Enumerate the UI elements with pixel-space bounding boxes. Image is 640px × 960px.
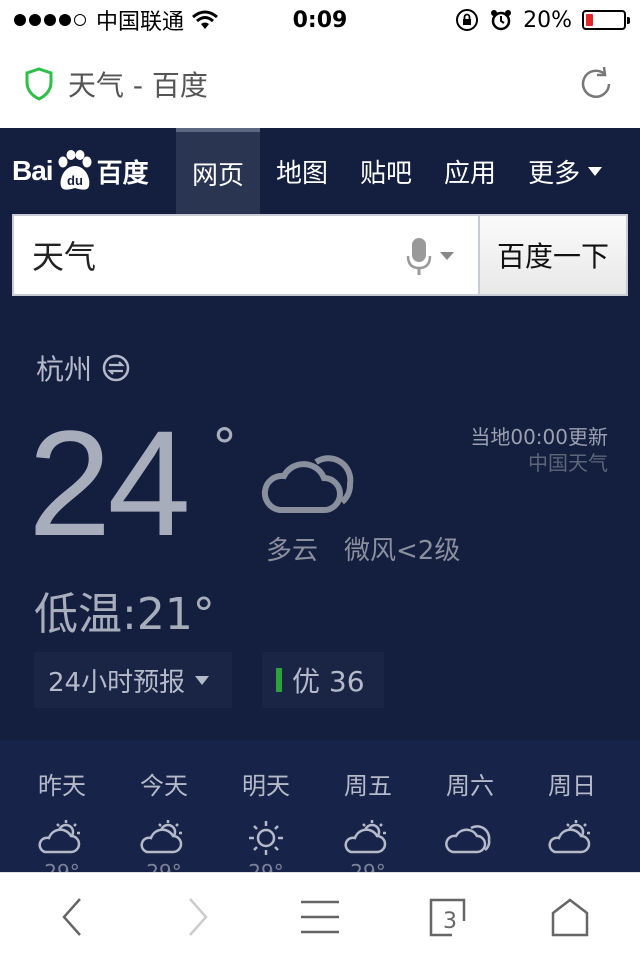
chevron-left-icon: [62, 898, 81, 936]
carrier-name: 中国联通: [96, 10, 185, 35]
forecast-day-temp: 29°: [248, 860, 284, 872]
tabs-count: 3: [443, 909, 457, 934]
battery-level: [586, 14, 594, 26]
chevron-right-icon: [189, 898, 208, 936]
update-info: 当地00:00更新 中国天气: [470, 424, 608, 476]
menu-icon: [301, 900, 339, 934]
chevron-down-icon: [195, 675, 210, 685]
status-bar: 中国联通 0:09 20%: [0, 0, 640, 40]
city-name: 杭州: [36, 353, 93, 386]
nav-tab-map[interactable]: 地图: [260, 128, 344, 214]
city-selector[interactable]: 杭州: [36, 348, 130, 388]
forecast-day-temp: 29°: [146, 860, 182, 872]
forecast-day-label: 周日: [548, 772, 596, 800]
forecast-day-label: 今天: [140, 772, 188, 800]
battery-percent: 20%: [523, 7, 572, 33]
forecast-day-label: 周六: [446, 772, 494, 800]
partly-cloudy-icon: [140, 820, 183, 854]
weather-condition: 多云: [266, 536, 319, 566]
low-temperature: 低温:21°: [34, 589, 215, 640]
home-button[interactable]: [542, 895, 598, 939]
partly-cloudy-icon: [344, 820, 387, 854]
forecast-day-label: 昨天: [38, 772, 86, 800]
search-query-text: 天气: [32, 238, 97, 276]
battery-icon: [582, 10, 630, 30]
search-bar: 天气 百度一下: [12, 214, 628, 296]
sunny-icon: [249, 821, 283, 855]
partly-cloudy-icon: [548, 820, 591, 854]
voice-search-button[interactable]: [406, 236, 454, 276]
update-time: 当地00:00更新: [470, 425, 608, 449]
degree-symbol: °: [212, 418, 237, 476]
nav-tab-webpage[interactable]: 网页: [176, 128, 261, 214]
forecast-day-temp: 29°: [44, 860, 80, 872]
chevron-down-icon: [588, 166, 603, 176]
current-temperature: 24: [28, 399, 191, 567]
baidu-logo[interactable]: Bai du 百度: [0, 128, 176, 214]
back-button[interactable]: [44, 895, 100, 939]
switch-city-icon: [102, 354, 130, 382]
baidu-weather-page: Bai du 百度 网页 地图 贴吧 应用 更多 天气 百度一下 杭州 24 °…: [0, 128, 640, 872]
top-nav: Bai du 百度 网页 地图 贴吧 应用 更多: [0, 128, 640, 214]
nav-tab-apps[interactable]: 应用: [428, 128, 512, 214]
url-bar[interactable]: 天气 - 百度: [0, 40, 640, 128]
forecast-day-temp: 29°: [350, 860, 386, 872]
cloudy-icon: [445, 825, 491, 854]
search-button[interactable]: 百度一下: [478, 216, 626, 294]
air-quality-badge[interactable]: 优 36: [262, 652, 384, 708]
menu-button[interactable]: [292, 895, 348, 939]
home-icon: [551, 898, 589, 937]
chevron-down-icon: [440, 252, 454, 260]
reload-icon[interactable]: [576, 64, 616, 104]
nav-tab-more[interactable]: 更多: [512, 128, 618, 214]
nav-tab-tieba[interactable]: 贴吧: [344, 128, 428, 214]
alarm-icon: [491, 10, 512, 31]
page-title: 天气 - 百度: [68, 69, 208, 102]
aqi-color-indicator: [276, 668, 282, 692]
hourly-forecast-toggle[interactable]: 24小时预报: [34, 652, 232, 708]
wind-level: 微风<2级: [344, 536, 461, 566]
wifi-icon: [192, 10, 218, 29]
forward-button[interactable]: [170, 895, 226, 939]
daily-forecast: 昨天 29° 今天 29° 明天 29° 周五 29° 周六 周日: [0, 740, 640, 872]
search-input[interactable]: 天气: [14, 216, 478, 294]
microphone-icon: [406, 238, 432, 275]
security-shield-icon: [25, 67, 53, 101]
orientation-lock-icon: [456, 9, 479, 31]
aqi-value: 优 36: [292, 665, 365, 698]
signal-strength-icon: [14, 14, 86, 26]
baidu-paw-icon: du: [58, 150, 92, 190]
svg-text:du: du: [67, 173, 83, 188]
forecast-day-label: 明天: [242, 772, 290, 800]
partly-cloudy-icon: [38, 820, 81, 854]
weather-source: 中国天气: [528, 451, 608, 475]
tabs-button[interactable]: 3: [420, 895, 476, 939]
cloudy-icon: [261, 455, 354, 513]
weather-description: 多云 微风<2级: [266, 530, 460, 567]
browser-toolbar: 3: [0, 872, 640, 960]
forecast-day-label: 周五: [344, 772, 392, 800]
